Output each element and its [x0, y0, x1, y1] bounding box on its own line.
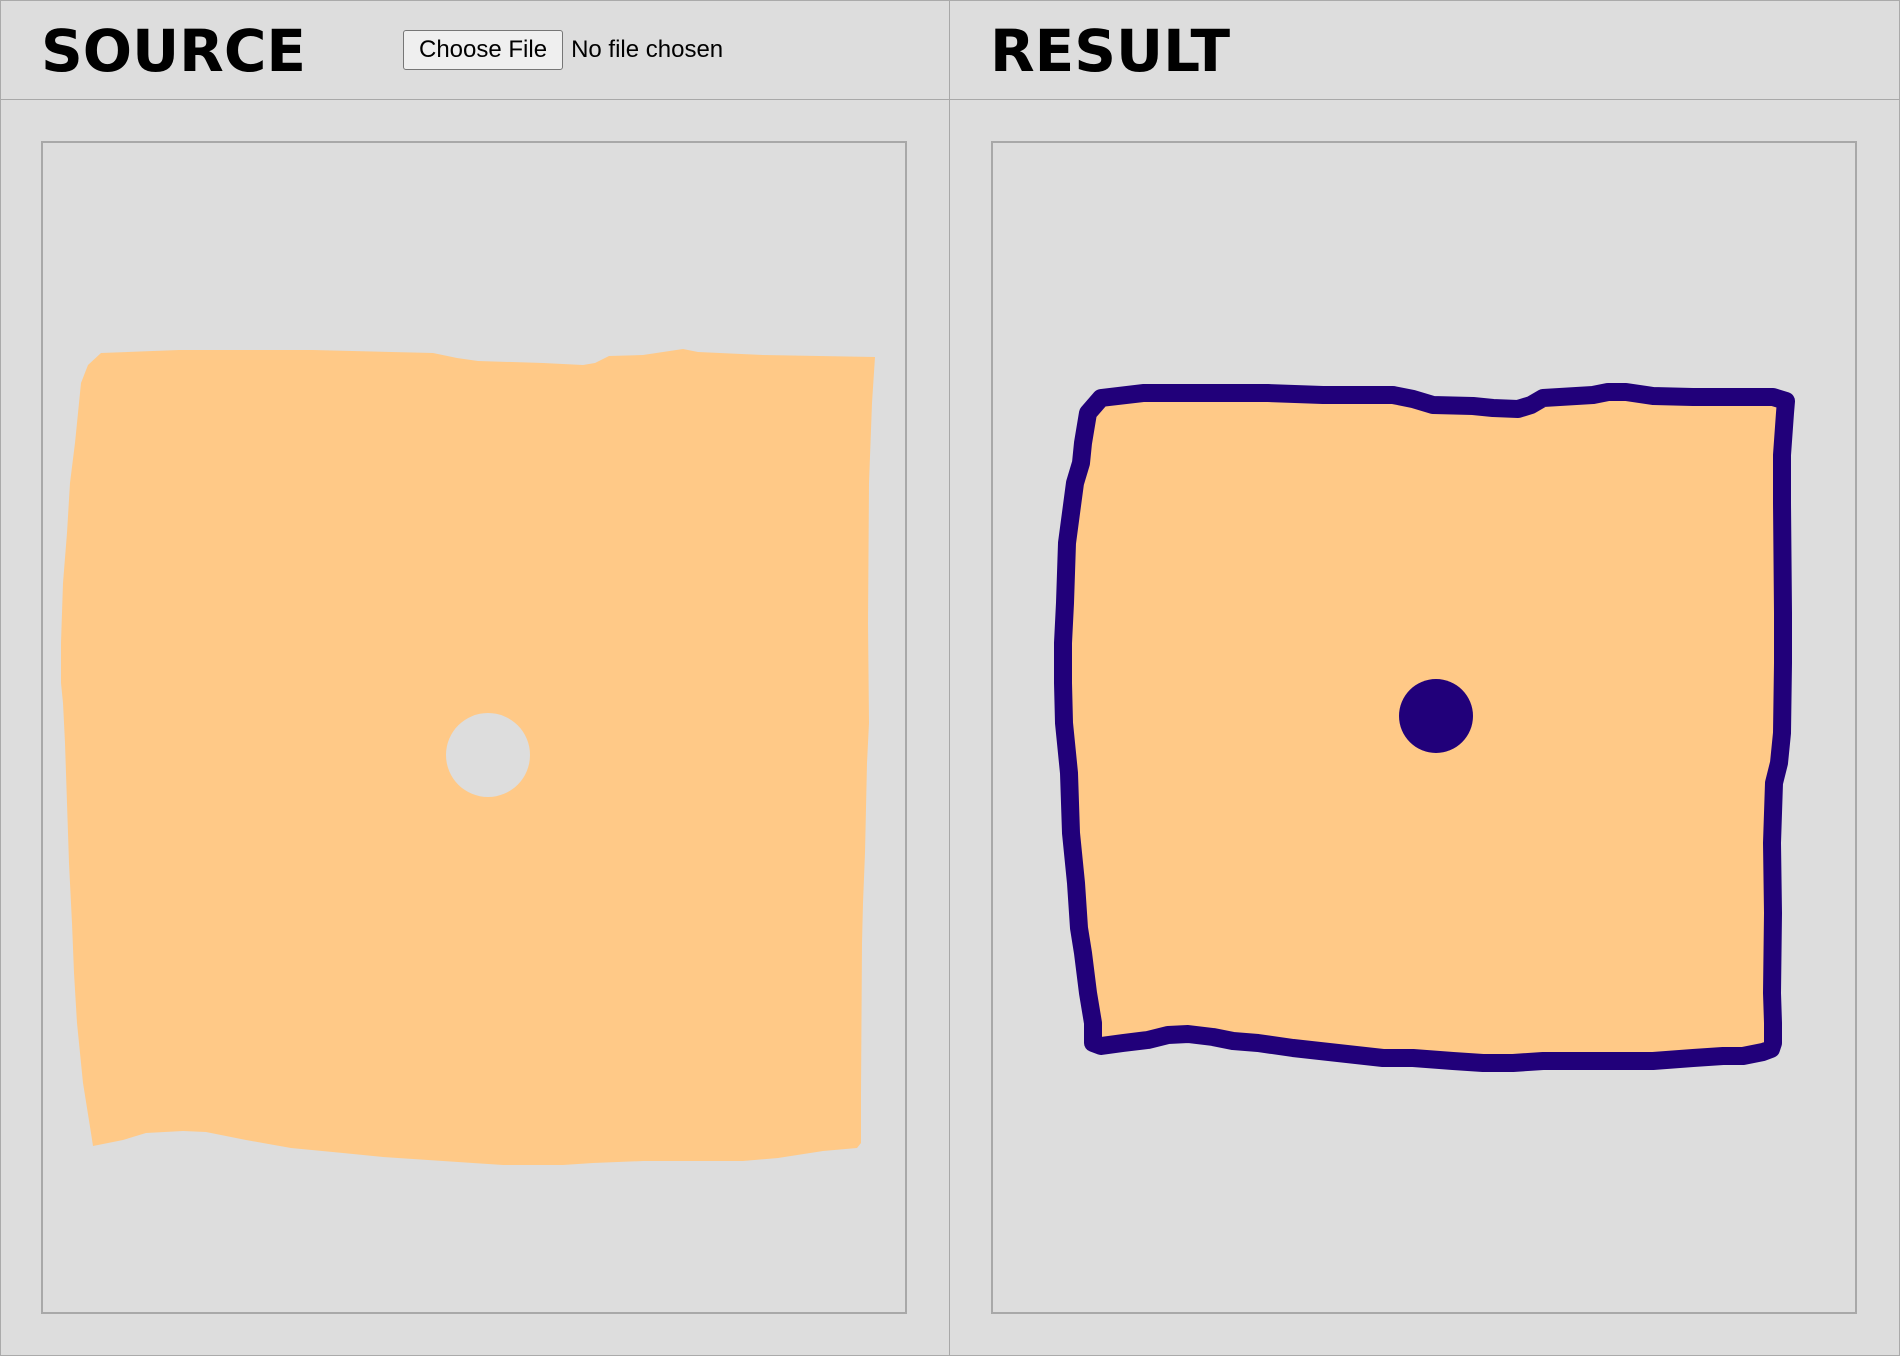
result-center-dot — [1399, 679, 1473, 753]
result-canvas[interactable] — [991, 141, 1857, 1314]
source-canvas[interactable] — [41, 141, 907, 1314]
result-panel: RESULT — [950, 1, 1900, 1356]
source-panel: SOURCE Choose File No file chosen — [1, 1, 950, 1356]
source-title: SOURCE — [41, 17, 307, 85]
app-window: SOURCE Choose File No file chosen RESULT — [0, 0, 1900, 1356]
source-header: SOURCE Choose File No file chosen — [1, 1, 949, 100]
file-status-text: No file chosen — [571, 36, 724, 63]
file-input[interactable]: Choose File No file chosen — [403, 30, 723, 70]
choose-file-button[interactable]: Choose File — [403, 30, 564, 70]
result-header: RESULT — [950, 1, 1900, 100]
source-image — [61, 349, 875, 1165]
result-image — [1054, 383, 1795, 1072]
result-title: RESULT — [990, 17, 1231, 85]
source-shape — [61, 349, 875, 1165]
